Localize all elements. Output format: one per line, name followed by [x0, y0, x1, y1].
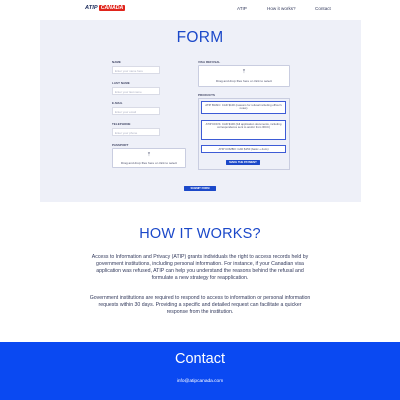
- passport-dropzone[interactable]: ⤒ Drag and drop files here or click to s…: [112, 148, 186, 168]
- form-title: FORM: [176, 29, 224, 46]
- visa-refusal-dropzone[interactable]: ⤒ Drag and drop files here or click to s…: [198, 65, 290, 87]
- how-it-works-paragraph-2: Government institutions are required to …: [89, 295, 311, 315]
- name-label: NAME: [112, 60, 121, 64]
- product-option-basic[interactable]: ATIP BASIC: CAD $100 (reasons for refusa…: [201, 101, 286, 114]
- upload-icon: ⤒: [242, 69, 246, 75]
- product-option-docs[interactable]: ATIP DOCS: CAD $100 (full application do…: [201, 120, 286, 140]
- email-label: E-MAIL: [112, 101, 123, 105]
- passport-drop-text: Drag and drop files here or click to sel…: [120, 161, 178, 165]
- logo[interactable]: ATIP CANADA: [85, 5, 126, 11]
- how-it-works-title: HOW IT WORKS?: [139, 226, 261, 242]
- passport-label: PASSPORT: [112, 143, 129, 147]
- logo-badge: CANADA: [98, 5, 126, 11]
- product-option-combo[interactable]: ATIP COMBO: CAD $150 (basic + docs): [201, 145, 286, 153]
- contact-section: Contact info@atipcanada.com: [0, 342, 400, 400]
- last-name-label: LAST NAME: [112, 81, 130, 85]
- last-name-input[interactable]: Enter your last name: [112, 87, 160, 95]
- top-nav: ATIP CANADA ATIP How it works? Contact: [0, 0, 400, 20]
- upload-icon: ⤒: [147, 152, 151, 158]
- contact-email-link[interactable]: info@atipcanada.com: [0, 379, 400, 384]
- email-input[interactable]: Enter your email: [112, 107, 160, 115]
- logo-text: ATIP: [85, 5, 98, 11]
- nav-link-atip[interactable]: ATIP: [237, 6, 247, 11]
- telephone-label: TELEPHONE: [112, 122, 131, 126]
- name-input[interactable]: Enter your name here: [112, 66, 160, 74]
- how-it-works-paragraph-1: Access to Information and Privacy (ATIP)…: [91, 254, 309, 281]
- submit-form-button[interactable]: SUBMIT FORM: [184, 186, 216, 191]
- make-payment-button[interactable]: MAKE THE PAYMENT: [226, 160, 260, 165]
- visa-refusal-drop-text: Drag and drop files here or click to sel…: [215, 79, 273, 83]
- products-label: PRODUCTS: [198, 93, 216, 97]
- nav-link-how-it-works[interactable]: How it works?: [267, 6, 296, 11]
- visa-refusal-label: VISA REFUSAL: [198, 60, 221, 64]
- nav-link-contact[interactable]: Contact: [315, 6, 331, 11]
- contact-title: Contact: [175, 351, 225, 367]
- telephone-input[interactable]: Enter your phone: [112, 128, 160, 136]
